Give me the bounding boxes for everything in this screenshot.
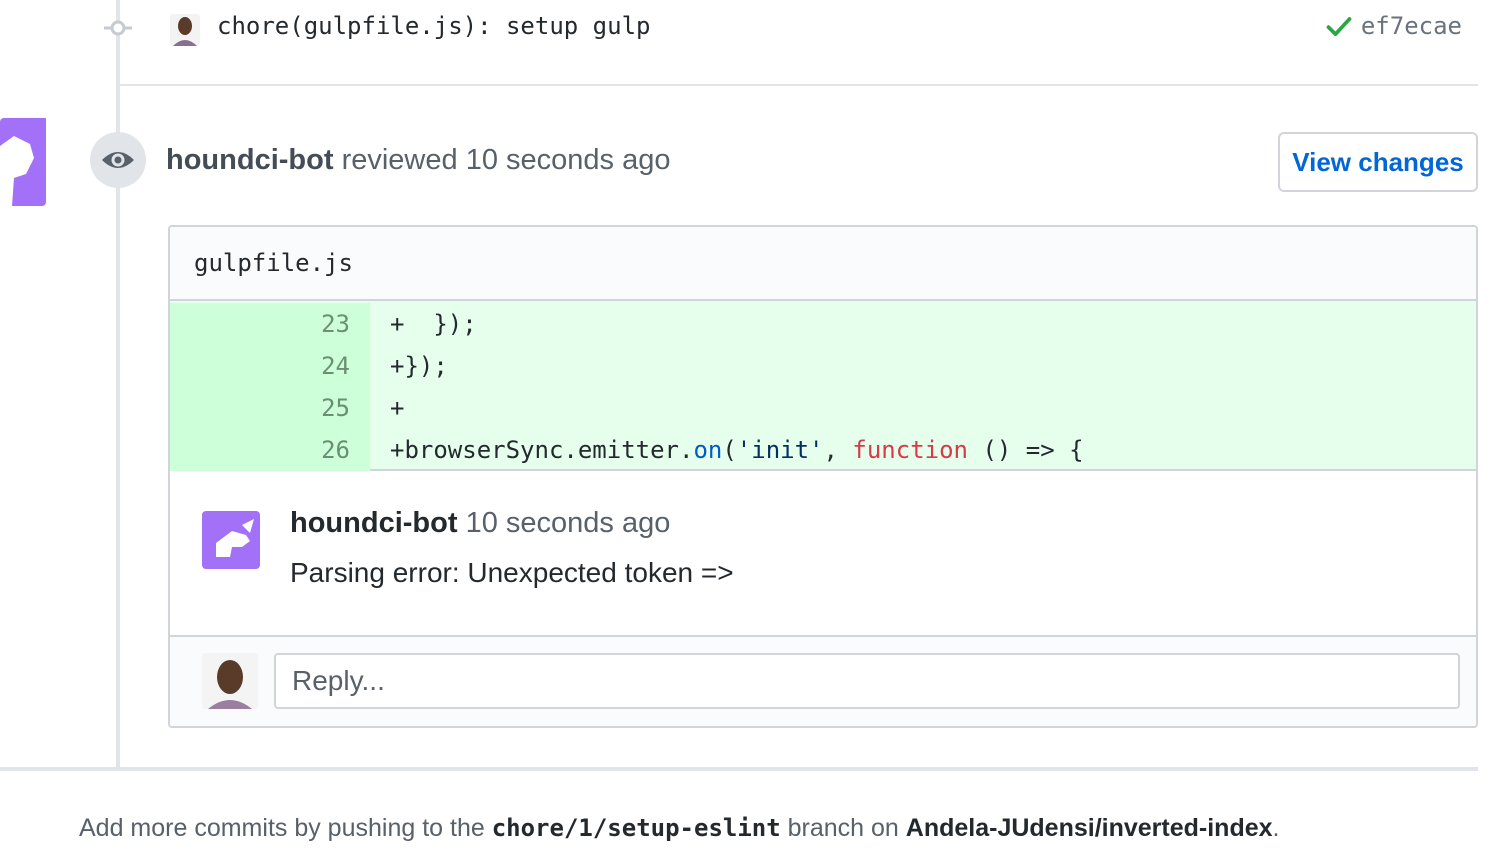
- current-user-avatar: [202, 653, 258, 709]
- diff-hunk: 23 + }); 24 +}); 25 + 26 +browserSync.em…: [170, 301, 1476, 471]
- code-line: +browserSync.emitter.on('init', function…: [370, 436, 1084, 464]
- code-token: (: [722, 436, 737, 464]
- review-author[interactable]: houndci-bot: [166, 144, 334, 176]
- line-number[interactable]: 25: [170, 387, 370, 429]
- push-hint-prefix: Add more commits by pushing to the: [79, 814, 492, 842]
- file-header: gulpfile.js: [170, 227, 1476, 301]
- comment-author[interactable]: houndci-bot: [290, 507, 458, 539]
- commit-row: chore(gulpfile.js): setup gulp ef7ecae: [0, 0, 1500, 56]
- code-line: + });: [390, 310, 477, 338]
- comment-time[interactable]: 10 seconds ago: [458, 507, 671, 539]
- code-line: +});: [390, 352, 448, 380]
- code-token: +browserSync.emitter.: [390, 436, 694, 464]
- diff-line: 26 +browserSync.emitter.on('init', funct…: [170, 429, 1476, 471]
- review-time[interactable]: 10 seconds ago: [466, 144, 671, 176]
- reply-input[interactable]: Reply...: [274, 653, 1460, 709]
- line-number[interactable]: 26: [170, 429, 370, 471]
- check-icon[interactable]: [1325, 12, 1353, 40]
- divider: [120, 84, 1478, 86]
- commit-message[interactable]: chore(gulpfile.js): setup gulp: [217, 12, 650, 40]
- eye-icon: [102, 152, 134, 168]
- timeline-line: [116, 0, 120, 770]
- diff-line: 24 +});: [170, 345, 1476, 387]
- diff-line: 25 +: [170, 387, 1476, 429]
- file-name[interactable]: gulpfile.js: [194, 249, 353, 277]
- comment-author-avatar[interactable]: [202, 511, 260, 569]
- review-header: houndci-bot reviewed 10 seconds ago: [166, 144, 670, 177]
- code-token-method: on: [693, 436, 723, 464]
- commit-sha[interactable]: ef7ecae: [1361, 12, 1462, 40]
- review-badge: [90, 132, 146, 188]
- line-number[interactable]: 23: [170, 303, 370, 345]
- comment-body: Parsing error: Unexpected token =>: [290, 557, 734, 588]
- code-token-string: 'init': [736, 436, 824, 464]
- code-token: () => {: [968, 436, 1084, 464]
- comment-header: houndci-bot 10 seconds ago: [290, 507, 670, 540]
- commit-node-icon: [104, 20, 132, 36]
- push-hint-suffix: .: [1272, 814, 1280, 842]
- pull-request-timeline: chore(gulpfile.js): setup gulp ef7ecae h…: [0, 0, 1500, 862]
- timeline-end-divider: [0, 767, 1478, 771]
- branch-name: chore/1/setup-eslint: [491, 814, 781, 842]
- commit-author-avatar[interactable]: [170, 14, 200, 46]
- code-token: ,: [823, 436, 853, 464]
- line-number[interactable]: 24: [170, 345, 370, 387]
- view-changes-button[interactable]: View changes: [1278, 132, 1478, 192]
- diff-line: 23 + });: [170, 303, 1476, 345]
- push-hint-middle: branch on: [780, 814, 906, 842]
- review-action: reviewed: [333, 144, 466, 176]
- commit-status: ef7ecae: [1325, 12, 1462, 40]
- push-hint: Add more commits by pushing to the chore…: [79, 814, 1279, 843]
- review-comment-thread: gulpfile.js 23 + }); 24 +}); 25 + 26 +br…: [168, 225, 1478, 728]
- code-token-keyword: function: [852, 436, 968, 464]
- reviewer-avatar[interactable]: [0, 118, 46, 206]
- review-comment: houndci-bot 10 seconds ago Parsing error…: [170, 471, 1476, 637]
- code-line: +: [390, 394, 405, 422]
- repo-link[interactable]: Andela-JUdensi/inverted-index: [906, 814, 1273, 842]
- reply-bar: Reply...: [170, 637, 1476, 726]
